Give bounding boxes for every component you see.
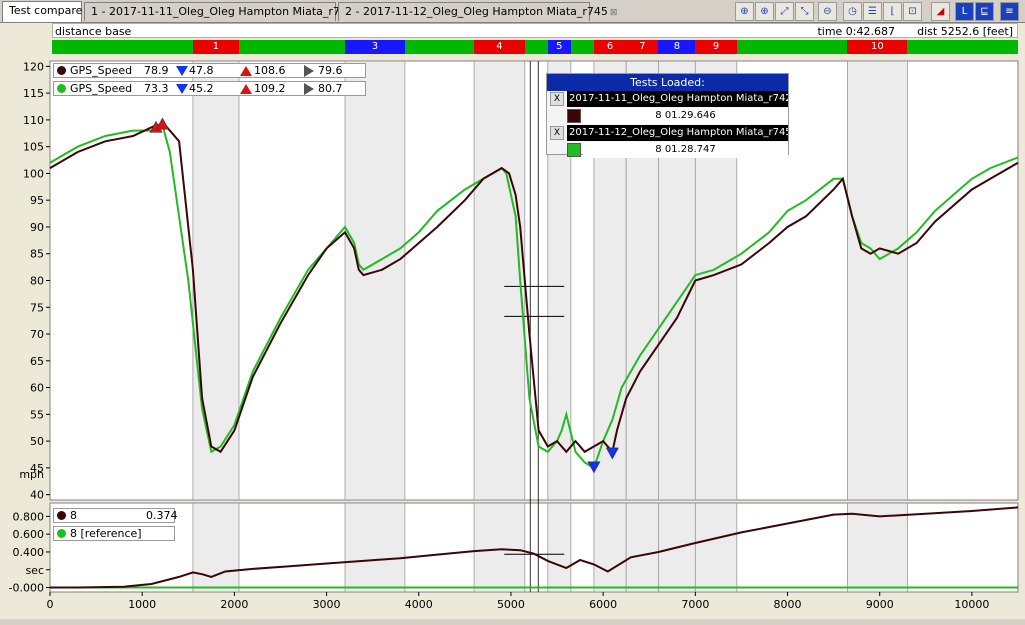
test-row-1: X 2017-11-11_Oleg_Oleg Hampton Miata_r742 — [547, 91, 788, 107]
test-name: 2017-11-12_Oleg_Oleg Hampton Miata_r745 — [567, 125, 788, 141]
y-tick-label: 95 — [30, 194, 44, 207]
x-tick-label: 1000 — [128, 598, 156, 611]
y-tick-label: 55 — [30, 408, 44, 421]
y-tick-label: 0.800 — [13, 510, 45, 523]
test-row-2: X 2017-11-12_Oleg_Oleg Hampton Miata_r745 — [547, 125, 788, 141]
x-tick-label: 2000 — [220, 598, 248, 611]
legend-series-name: GPS_Speed — [70, 82, 133, 95]
legend-top-speed-1[interactable]: GPS_Speed 78.9 47.8 108.6 79.6 — [53, 63, 366, 78]
max-triangle-icon — [240, 66, 252, 76]
test-color-swatch — [567, 143, 581, 157]
y-axis-label-sec: sec — [25, 564, 44, 577]
test-lap-time: 8 01.28.747 — [583, 142, 788, 158]
y-tick-label: 0.400 — [13, 546, 45, 559]
test-color-swatch — [567, 109, 581, 123]
y-tick-label: 115 — [23, 87, 44, 100]
max-triangle-icon — [240, 84, 252, 94]
test-row-time-2: 8 01.28.747 — [547, 142, 788, 158]
test-name: 2017-11-11_Oleg_Oleg Hampton Miata_r742 — [567, 91, 788, 107]
legend-top-speed-2[interactable]: GPS_Speed 73.3 45.2 109.2 80.7 — [53, 81, 366, 96]
segment-shade-speed-4 — [474, 62, 525, 499]
y-tick-label: 75 — [30, 301, 44, 314]
legend-min-value: 45.2 — [189, 82, 214, 95]
segment-shade-delta-9 — [695, 504, 737, 591]
x-tick-label: 8000 — [774, 598, 802, 611]
cursor-triangle-icon — [304, 65, 314, 77]
y-tick-label: -0.000 — [9, 582, 44, 595]
test-lap-time: 8 01.29.646 — [583, 108, 788, 124]
legend-max-value: 109.2 — [254, 82, 286, 95]
legend-bottom-delta[interactable]: 8 0.374 — [53, 508, 178, 523]
y-axis-label-mph: mph — [19, 468, 44, 481]
segment-shade-speed-10 — [847, 62, 908, 499]
remove-test-button[interactable]: X — [550, 126, 564, 140]
segment-shade-delta-3 — [345, 504, 405, 591]
y-tick-label: 70 — [30, 328, 44, 341]
min-triangle-icon — [176, 84, 188, 94]
y-tick-label: 110 — [23, 114, 44, 127]
legend-cursor-value: 80.7 — [318, 82, 343, 95]
legend-min-value: 47.8 — [189, 64, 214, 77]
y-tick-label: 90 — [30, 221, 44, 234]
segment-shade-delta-5 — [547, 504, 571, 591]
x-tick-label: 3000 — [313, 598, 341, 611]
test-row-time-1: 8 01.29.646 — [547, 108, 788, 124]
x-tick-label: 9000 — [866, 598, 894, 611]
y-tick-label: 0.600 — [13, 528, 45, 541]
legend-value: 73.3 — [144, 82, 169, 95]
y-tick-label: 50 — [30, 435, 44, 448]
y-tick-label: 120 — [23, 60, 44, 73]
legend-series-name: 8 [reference] — [70, 527, 142, 540]
horizontal-scrollbar[interactable] — [0, 619, 1025, 625]
segment-shade-delta-7 — [626, 504, 659, 591]
tests-loaded-title: Tests Loaded: — [547, 74, 788, 91]
x-tick-label: 0 — [47, 598, 54, 611]
legend-bottom-reference[interactable]: 8 [reference] — [53, 526, 175, 541]
tests-loaded-panel: Tests Loaded: X 2017-11-11_Oleg_Oleg Hamp… — [546, 73, 789, 158]
legend-dot-icon — [57, 529, 66, 538]
x-tick-label: 7000 — [681, 598, 709, 611]
y-tick-label: 100 — [23, 167, 44, 180]
legend-dot-icon — [57, 66, 66, 75]
segment-shade-delta-6 — [593, 504, 627, 591]
cursor-triangle-icon — [304, 83, 314, 95]
legend-value: 0.374 — [146, 509, 178, 522]
y-tick-label: 60 — [30, 382, 44, 395]
y-tick-label: 105 — [23, 141, 44, 154]
legend-dot-icon — [57, 511, 66, 520]
y-tick-label: 40 — [30, 489, 44, 502]
segment-shade-delta-4 — [474, 504, 525, 591]
remove-test-button[interactable]: X — [550, 92, 564, 106]
x-tick-label: 10000 — [954, 598, 989, 611]
legend-series-name: 8 — [70, 509, 77, 522]
x-tick-label: 4000 — [405, 598, 433, 611]
y-tick-label: 80 — [30, 275, 44, 288]
x-tick-label: 5000 — [497, 598, 525, 611]
segment-shade-delta-1 — [192, 504, 239, 591]
legend-cursor-value: 79.6 — [318, 64, 343, 77]
legend-max-value: 108.6 — [254, 64, 286, 77]
legend-value: 78.9 — [144, 64, 169, 77]
legend-dot-icon — [57, 84, 66, 93]
min-triangle-icon — [176, 66, 188, 76]
x-tick-label: 6000 — [589, 598, 617, 611]
y-tick-label: 85 — [30, 248, 44, 261]
y-tick-label: 65 — [30, 355, 44, 368]
legend-series-name: GPS_Speed — [70, 64, 133, 77]
segment-shade-speed-3 — [345, 62, 405, 499]
